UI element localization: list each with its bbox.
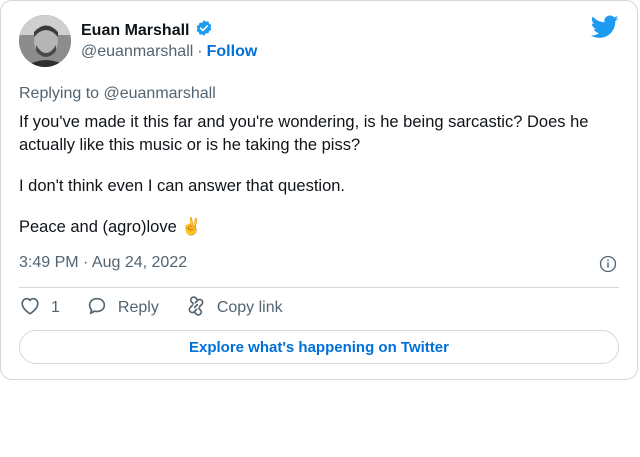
like-count: 1 bbox=[51, 299, 60, 316]
verified-badge-icon bbox=[195, 19, 213, 42]
follow-link[interactable]: Follow bbox=[207, 43, 258, 61]
tweet-actions: 1 Reply Copy link bbox=[19, 295, 309, 321]
twitter-bird-icon[interactable] bbox=[590, 15, 619, 39]
tweet-text: If you've made it this far and you're wo… bbox=[19, 111, 619, 257]
heart-icon bbox=[19, 295, 41, 322]
explore-twitter-button[interactable]: Explore what's happening on Twitter bbox=[19, 330, 619, 364]
separator-dot: · bbox=[197, 43, 203, 60]
tweet-paragraph: I don't think even I can answer that que… bbox=[19, 177, 346, 195]
tweet-paragraph: Peace and (agro)love ✌️ bbox=[19, 218, 202, 236]
tweet-timestamp[interactable]: 3:49 PM · Aug 24, 2022 bbox=[19, 254, 187, 272]
author-handle-row: @euanmarshall · Follow bbox=[81, 43, 257, 61]
embedded-tweet-card: Euan Marshall @euanmarshall · Follow Rep… bbox=[0, 0, 638, 380]
tweet-paragraph: If you've made it this far and you're wo… bbox=[19, 113, 589, 154]
like-button[interactable]: 1 bbox=[19, 295, 60, 322]
author-name-row: Euan Marshall bbox=[81, 19, 213, 42]
speech-bubble-icon bbox=[86, 295, 108, 322]
avatar[interactable] bbox=[19, 15, 71, 67]
replying-to-label[interactable]: Replying to @euanmarshall bbox=[19, 85, 216, 103]
author-handle[interactable]: @euanmarshall bbox=[81, 43, 193, 61]
copy-link-label: Copy link bbox=[216, 299, 283, 316]
info-icon[interactable] bbox=[599, 255, 617, 273]
reply-button[interactable]: Reply bbox=[86, 295, 159, 322]
copy-link-button[interactable]: Copy link bbox=[185, 295, 283, 322]
link-icon bbox=[185, 295, 207, 322]
author-name[interactable]: Euan Marshall bbox=[81, 22, 189, 40]
divider bbox=[19, 287, 619, 288]
reply-label: Reply bbox=[117, 299, 159, 316]
